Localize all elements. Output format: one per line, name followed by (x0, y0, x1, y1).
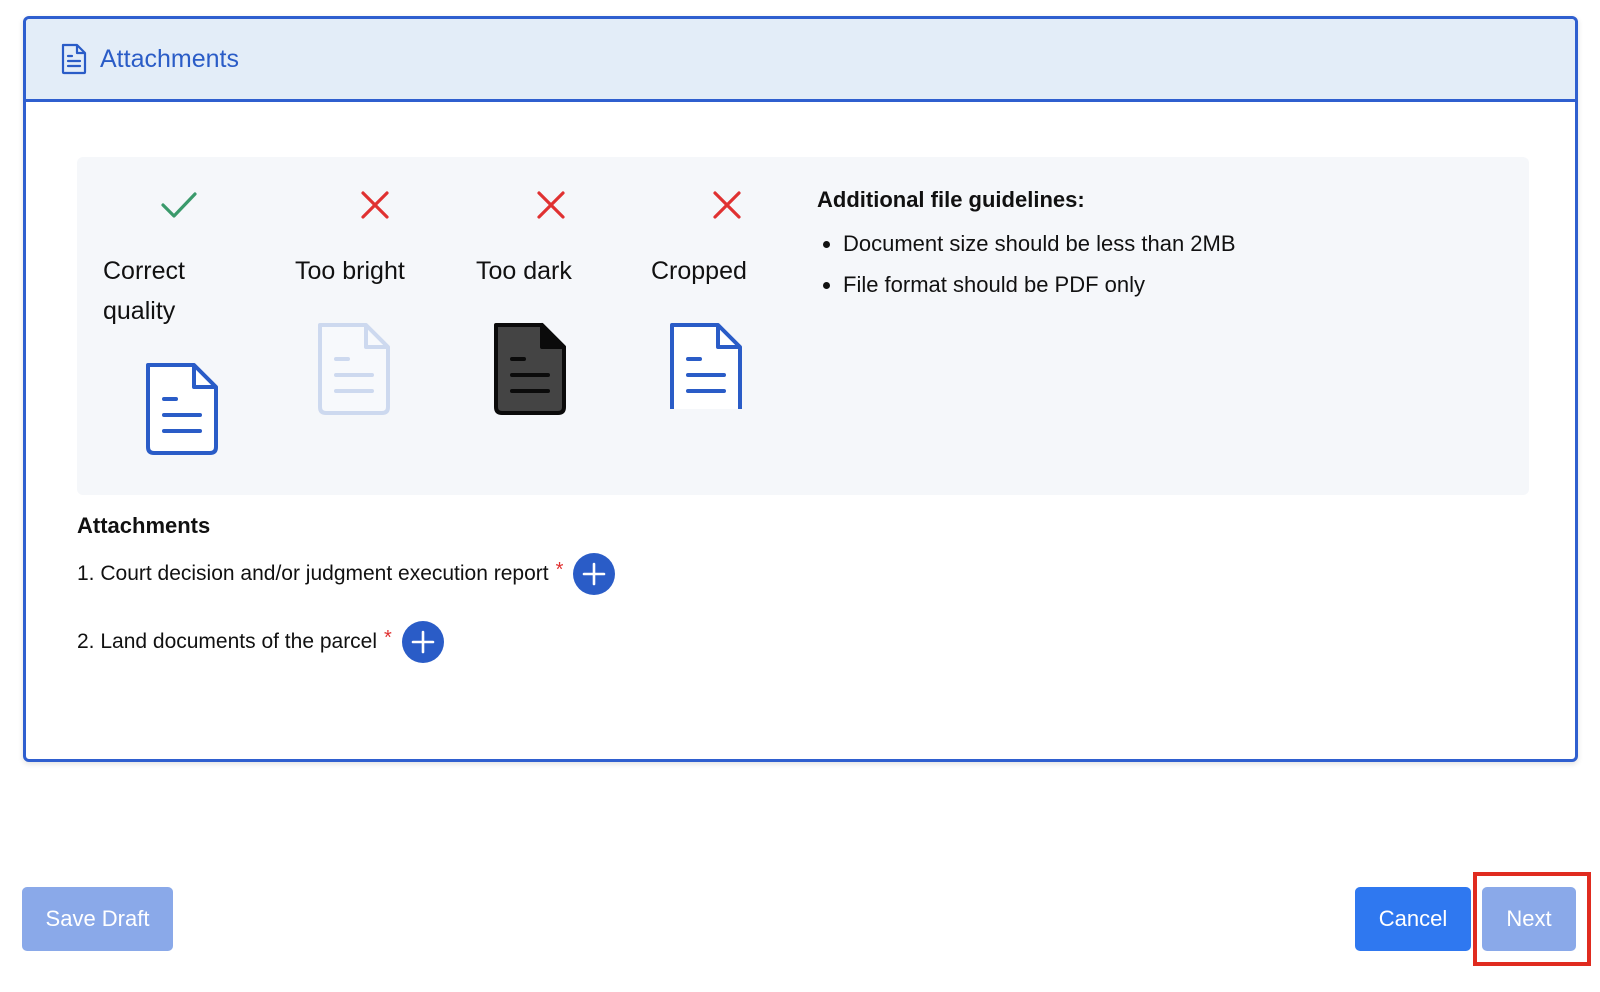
check-icon (161, 187, 197, 223)
guideline-item: File format should be PDF only (817, 264, 1236, 305)
attachment-label: 2. Land documents of the parcel (77, 630, 378, 653)
upload-guidelines-panel: Correct quality Too bright Too dark Crop… (77, 157, 1529, 495)
x-icon (533, 187, 569, 223)
x-icon (709, 187, 745, 223)
required-marker: * (555, 558, 564, 581)
sample-label: Too dark (476, 257, 572, 285)
plus-icon (411, 630, 435, 654)
document-cropped-icon (666, 321, 746, 416)
attachment-item: 2. Land documents of the parcel * (77, 621, 615, 663)
document-faded-icon (314, 321, 394, 422)
document-icon (142, 361, 222, 462)
section-title: Attachments (100, 44, 239, 73)
sample-label: Correct quality (103, 257, 185, 325)
x-icon (357, 187, 393, 223)
guidelines-title: Additional file guidelines: (817, 187, 1085, 212)
card-header: Attachments (26, 19, 1575, 102)
cancel-button[interactable]: Cancel (1355, 887, 1471, 951)
attachment-label: 1. Court decision and/or judgment execut… (77, 562, 549, 585)
save-draft-button[interactable]: Save Draft (22, 887, 173, 951)
add-attachment-button[interactable] (573, 553, 616, 595)
next-button[interactable]: Next (1482, 887, 1576, 951)
attachment-item: 1. Court decision and/or judgment execut… (77, 553, 616, 595)
document-icon (60, 43, 90, 75)
required-marker: * (384, 626, 392, 649)
attachments-card: Attachments Correct quality Too bright T… (23, 16, 1578, 762)
guideline-item: Document size should be less than 2MB (817, 223, 1236, 264)
plus-icon (583, 562, 606, 586)
document-dark-icon (490, 321, 570, 422)
attachments-list: Attachments 1. Court decision and/or jud… (77, 513, 616, 689)
file-guidelines: Additional file guidelines: Document siz… (817, 187, 1236, 305)
attachments-title: Attachments (77, 513, 211, 538)
sample-label: Cropped (651, 257, 747, 285)
sample-label: Too bright (295, 257, 405, 285)
add-attachment-button[interactable] (401, 621, 444, 663)
